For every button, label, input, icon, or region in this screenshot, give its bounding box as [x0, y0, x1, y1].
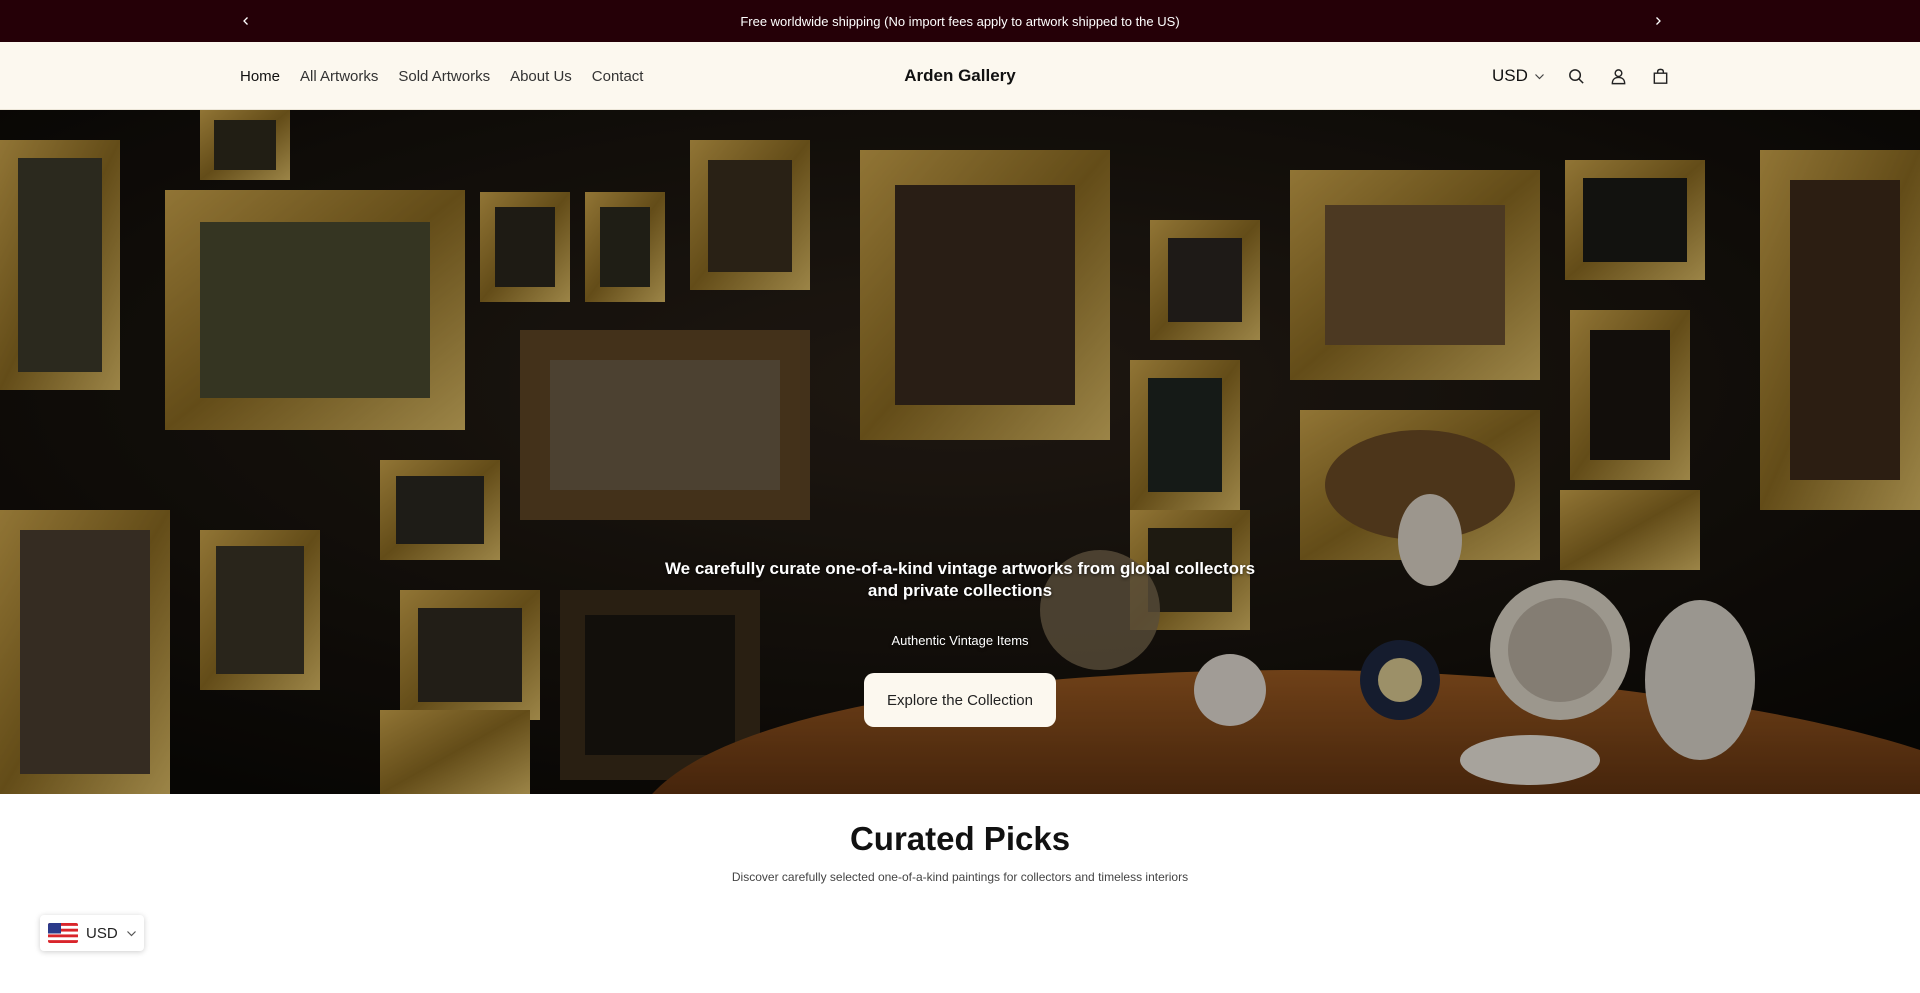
curated-picks-title: Curated Picks — [849, 820, 1071, 857]
nav-about-us[interactable]: About Us — [510, 68, 572, 85]
brand-logo[interactable]: Arden Gallery — [904, 66, 1016, 86]
nav-sold-artworks[interactable]: Sold Artworks — [398, 68, 490, 85]
explore-collection-button[interactable]: Explore the Collection — [864, 673, 1056, 727]
cart-button[interactable] — [1649, 64, 1673, 88]
header-actions: USD — [1492, 42, 1691, 110]
nav-home[interactable]: Home — [240, 68, 280, 85]
chevron-right-icon — [1656, 17, 1661, 25]
currency-widget-label: USD — [86, 924, 118, 942]
curated-picks-subtitle: Discover carefully selected one-of-a-kin… — [731, 870, 1189, 884]
announcement-text: Free worldwide shipping (No import fees … — [740, 13, 1180, 29]
main-nav: Home All Artworks Sold Artworks About Us… — [240, 42, 643, 110]
hero-heading: We carefully curate one-of-a-kind vintag… — [664, 559, 1256, 600]
currency-label: USD — [1492, 66, 1528, 85]
search-icon — [1569, 68, 1585, 84]
announcement-next-button[interactable] — [1643, 0, 1673, 42]
us-flag-icon — [48, 923, 78, 943]
chevron-down-icon — [1534, 73, 1544, 79]
chevron-down-icon — [126, 930, 136, 936]
search-button[interactable] — [1565, 64, 1589, 88]
account-icon — [1612, 68, 1626, 84]
announcement-prev-button[interactable] — [231, 0, 261, 42]
hero-content: We carefully curate one-of-a-kind vintag… — [0, 110, 1920, 794]
currency-selector[interactable]: USD — [1492, 66, 1545, 86]
account-button[interactable] — [1607, 64, 1631, 88]
currency-widget[interactable]: USD — [40, 915, 144, 951]
nav-all-artworks[interactable]: All Artworks — [300, 68, 378, 85]
site-header: Home All Artworks Sold Artworks About Us… — [0, 42, 1920, 110]
cart-icon — [1654, 68, 1668, 84]
announcement-bar: Free worldwide shipping (No import fees … — [0, 0, 1920, 42]
hero-subheading: Authentic Vintage Items — [891, 633, 1029, 648]
chevron-left-icon — [243, 17, 248, 25]
nav-contact[interactable]: Contact — [592, 68, 644, 85]
hero-banner: We carefully curate one-of-a-kind vintag… — [0, 110, 1920, 794]
